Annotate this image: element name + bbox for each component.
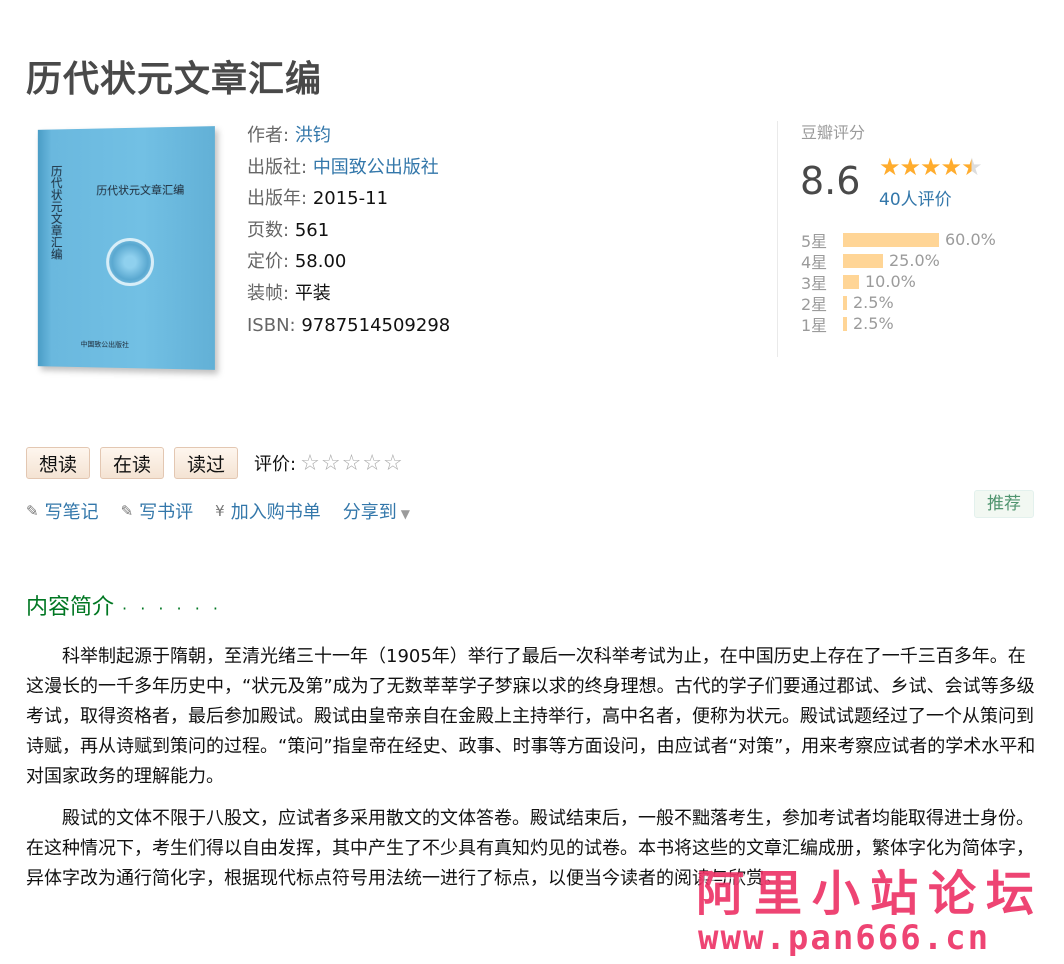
rating-bar bbox=[843, 295, 847, 310]
pages-label: 页数: bbox=[247, 219, 290, 241]
book-cover[interactable]: 历代状元文章汇编 历代状元文章汇编 中国致公出版社 bbox=[30, 126, 220, 372]
cover-title-text: 历代状元文章汇编 bbox=[96, 183, 185, 198]
price-label: 定价: bbox=[247, 251, 290, 273]
rating-bar bbox=[843, 274, 859, 289]
dragon-emblem-icon bbox=[106, 237, 154, 287]
rating-row-3: 3星 10.0% bbox=[801, 271, 996, 293]
rating-row-percent: 2.5% bbox=[853, 314, 894, 333]
publisher-label: 出版社: bbox=[247, 156, 308, 178]
publisher-link[interactable]: 中国致公出版社 bbox=[313, 157, 439, 178]
pencil-icon: ✎ bbox=[26, 502, 39, 520]
rate-label: 评价: bbox=[254, 454, 297, 475]
recommend-button[interactable]: 推荐 bbox=[974, 490, 1034, 518]
rating-row-1: 1星 2.5% bbox=[801, 313, 996, 335]
isbn-row: ISBN: 9787514509298 bbox=[247, 310, 450, 342]
intro-title: 内容简介 bbox=[26, 595, 115, 620]
rating-row-2: 2星 2.5% bbox=[801, 292, 996, 314]
binding-row: 装帧: 平装 bbox=[247, 278, 450, 310]
binding-value: 平装 bbox=[294, 282, 331, 304]
intro-paragraph: 科举制起源于隋朝，至清光绪三十一年（1905年）举行了最后一次科举考试为止，在中… bbox=[26, 646, 1036, 787]
rating-bar bbox=[843, 316, 847, 331]
author-label: 作者: bbox=[247, 125, 290, 146]
rate-stars-input[interactable]: ☆☆☆☆☆ bbox=[300, 451, 404, 476]
pages-value: 561 bbox=[294, 219, 330, 241]
isbn-label: ISBN: bbox=[247, 314, 296, 336]
intro-dots: · · · · · · bbox=[122, 599, 222, 618]
cover-publisher-text: 中国致公出版社 bbox=[80, 340, 129, 350]
rating-score: 8.6 bbox=[800, 159, 861, 203]
rating-row-percent: 10.0% bbox=[865, 272, 916, 291]
book-info: 作者: 洪钧 出版社: 中国致公出版社 出版年: 2015-11 页数: 561… bbox=[247, 120, 450, 341]
binding-label: 装帧: bbox=[247, 282, 290, 304]
add-to-cart-link[interactable]: 加入购书单 bbox=[231, 498, 321, 524]
reading-status-actions: 想读 在读 读过 评价: ☆☆☆☆☆ bbox=[26, 447, 404, 479]
watermark-line2: www.pan666.cn bbox=[698, 918, 991, 958]
write-review-link[interactable]: 写书评 bbox=[139, 498, 193, 524]
share-dropdown[interactable]: 分享到 ▼ bbox=[343, 498, 410, 524]
year-row: 出版年: 2015-11 bbox=[247, 183, 450, 215]
chevron-down-icon: ▼ bbox=[400, 507, 410, 521]
rating-bar bbox=[843, 232, 939, 247]
rating-label: 豆瓣评分 bbox=[801, 123, 866, 142]
rating-stars-icon: ★★★★★ bbox=[879, 153, 983, 181]
intro-content: 科举制起源于隋朝，至清光绪三十一年（1905年）举行了最后一次科举考试为止，在中… bbox=[26, 642, 1038, 906]
yen-icon: ¥ bbox=[215, 502, 225, 520]
rating-bar bbox=[843, 253, 883, 268]
want-to-read-button[interactable]: 想读 bbox=[26, 447, 91, 479]
isbn-value: 9787514509298 bbox=[301, 314, 451, 336]
have-read-button[interactable]: 读过 bbox=[174, 447, 239, 479]
rating-panel: 豆瓣评分 8.6 ★★★★★ 40人评价 5星 60.0% 4星 25.0% 3… bbox=[777, 121, 1017, 357]
rating-row-4: 4星 25.0% bbox=[801, 250, 996, 272]
cover-spine-text: 历代状元文章汇编 bbox=[49, 164, 64, 260]
rating-count: 40人评价 bbox=[879, 185, 952, 210]
write-note-link[interactable]: 写笔记 bbox=[45, 498, 99, 524]
author-row: 作者: 洪钧 bbox=[247, 120, 450, 152]
rating-row-percent: 2.5% bbox=[853, 293, 894, 312]
rating-row-label: 1星 bbox=[801, 315, 828, 335]
cover-image: 历代状元文章汇编 历代状元文章汇编 中国致公出版社 bbox=[37, 126, 215, 370]
publisher-row: 出版社: 中国致公出版社 bbox=[247, 152, 450, 184]
intro-paragraph: 殿试的文体不限于八股文，应试者多采用散文的文体答卷。殿试结束后，一般不黜落考生，… bbox=[26, 808, 1034, 889]
page-title: 历代状元文章汇编 bbox=[26, 59, 323, 100]
pages-row: 页数: 561 bbox=[247, 215, 450, 247]
year-label: 出版年: bbox=[247, 188, 308, 210]
author-link[interactable]: 洪钧 bbox=[295, 125, 331, 146]
rating-row-5: 5星 60.0% bbox=[801, 229, 996, 251]
intro-section-title: 内容简介 · · · · · · bbox=[26, 589, 222, 621]
rating-row-percent: 25.0% bbox=[889, 251, 940, 270]
price-row: 定价: 58.00 bbox=[247, 246, 450, 278]
rating-row-percent: 60.0% bbox=[945, 230, 996, 249]
rating-distribution: 5星 60.0% 4星 25.0% 3星 10.0% 2星 2.5% 1星 2.… bbox=[801, 229, 996, 335]
year-value: 2015-11 bbox=[312, 188, 389, 210]
reading-button[interactable]: 在读 bbox=[100, 447, 165, 479]
share-label: 分享到 bbox=[342, 502, 397, 523]
pencil-icon: ✎ bbox=[120, 502, 134, 520]
action-links: ✎ 写笔记 ✎ 写书评 ¥ 加入购书单 分享到 ▼ bbox=[26, 498, 432, 524]
rating-count-link[interactable]: 40人评价 bbox=[879, 190, 952, 210]
price-value: 58.00 bbox=[294, 251, 347, 273]
